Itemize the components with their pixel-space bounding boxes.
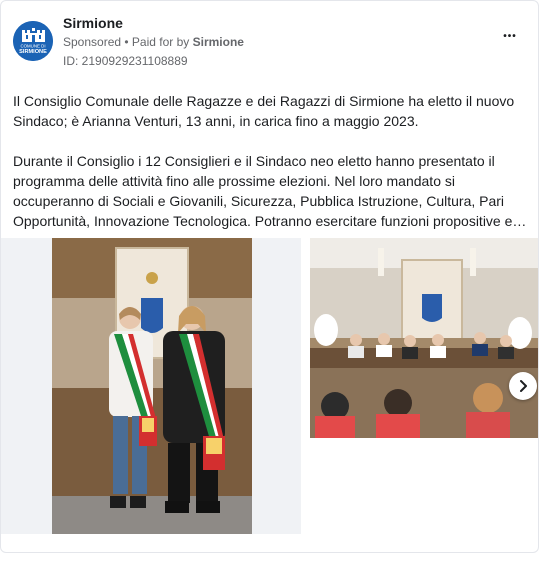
logo-text-1: COMUNE DI	[20, 44, 45, 49]
carousel-next-button[interactable]	[509, 372, 537, 400]
sponsored-label: Sponsored	[63, 35, 122, 49]
payer-name[interactable]: Sirmione	[193, 35, 244, 49]
page-avatar[interactable]: COMUNE DI SIRMIONE	[13, 21, 53, 61]
council-photo	[310, 238, 538, 438]
carousel-slide-2[interactable]	[310, 238, 538, 438]
castle-logo-icon: COMUNE DI SIRMIONE	[13, 21, 53, 61]
ad-id: ID: 2190929231108889	[63, 54, 188, 68]
more-options-button[interactable]: •••	[498, 29, 522, 43]
image-carousel	[1, 238, 538, 538]
carousel-slide-1[interactable]	[1, 238, 301, 534]
post-body: Il Consiglio Comunale delle Ragazze e de…	[13, 91, 528, 231]
post-header: COMUNE DI SIRMIONE Sirmione Sponsored • …	[13, 13, 526, 73]
more-icon: •••	[503, 31, 517, 42]
paid-for-label: • Paid for by	[121, 35, 193, 49]
ad-card: COMUNE DI SIRMIONE Sirmione Sponsored • …	[0, 0, 539, 553]
post-paragraph-2: Durante il Consiglio i 12 Consiglieri e …	[13, 153, 527, 229]
post-paragraph-1: Il Consiglio Comunale delle Ragazze e de…	[13, 93, 515, 129]
logo-text-2: SIRMIONE	[19, 49, 47, 55]
page-name-link[interactable]: Sirmione	[63, 15, 123, 31]
mayor-photo	[1, 238, 301, 534]
chevron-right-icon	[520, 380, 527, 392]
sponsored-line: Sponsored • Paid for by Sirmione	[63, 35, 244, 49]
